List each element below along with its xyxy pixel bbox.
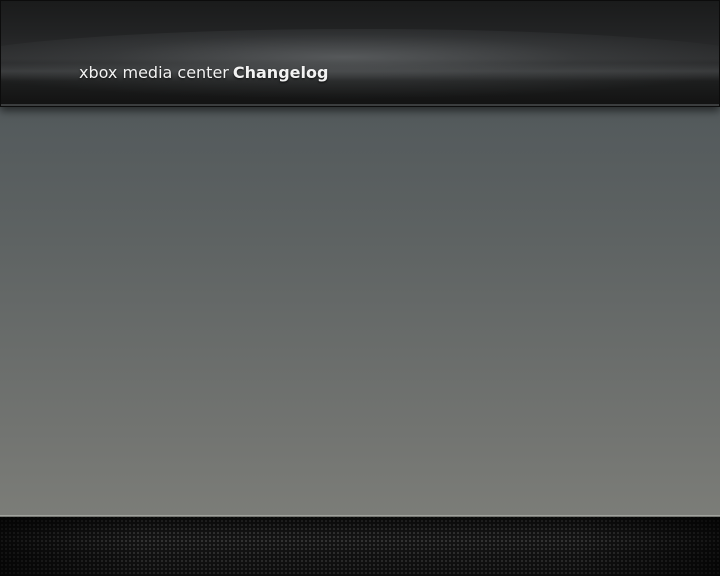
section-title: Changelog xyxy=(232,63,329,82)
header-bottom-edge xyxy=(1,104,719,106)
app-name: xbox media center xyxy=(79,63,229,82)
footer-bar xyxy=(0,515,720,576)
header-bar: xbox media center Changelog xyxy=(0,0,720,107)
page-title: xbox media center Changelog xyxy=(79,62,328,84)
footer-shading xyxy=(0,517,720,576)
changelog-screen: xbox media center Changelog xyxy=(0,0,720,576)
